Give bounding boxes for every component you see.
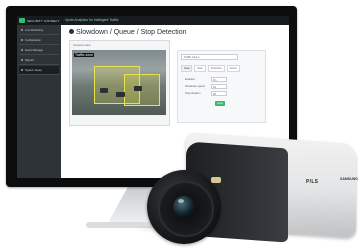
lens-stud: [211, 177, 221, 183]
tab-schedule[interactable]: Schedule: [207, 65, 225, 72]
lens-glint: [178, 199, 184, 203]
lens-glass: [173, 196, 195, 218]
field-label: Enabled: [185, 78, 195, 81]
sidebar-item-label: System Setup: [25, 68, 42, 72]
sidebar-item-system-setup[interactable]: System Setup: [19, 66, 59, 75]
bullet-icon: [21, 39, 23, 41]
settings-panel: Traffic zone 1 Area Rule Schedule Action…: [177, 50, 266, 123]
sidebar-item-event-manager[interactable]: Event Manager: [19, 46, 59, 55]
page-title-text: Slowdown / Queue / Stop Detection: [76, 29, 187, 36]
camera-brand-mark: P/LS: [306, 179, 319, 185]
vehicle: [116, 92, 125, 97]
app-header: SECURITY CONNECT Xpots Analytics for Int…: [17, 16, 289, 25]
sidebar-item-label: Live Monitoring: [25, 28, 44, 32]
sidebar: Live Monitoring Configuration Event Mana…: [17, 25, 61, 178]
form-row-slowdown: Slowdown speed 10: [185, 84, 227, 89]
settings-tabs: Area Rule Schedule Action: [181, 65, 240, 72]
stop-duration-field[interactable]: 30: [211, 91, 227, 96]
slowdown-speed-field[interactable]: 10: [211, 84, 227, 89]
bullet-icon: [21, 69, 23, 71]
logo-text: SECURITY CONNECT: [27, 18, 60, 23]
product-scene: SECURITY CONNECT Xpots Analytics for Int…: [0, 0, 359, 250]
page-title: Slowdown / Queue / Stop Detection: [69, 29, 187, 36]
apply-button[interactable]: Apply: [215, 101, 225, 106]
bullet-icon: [21, 49, 23, 51]
camera-icon: [69, 29, 74, 34]
bullet-icon: [21, 29, 23, 31]
video-panel-title: Camera view: [73, 43, 91, 47]
video-overlay-label: Traffic zone: [74, 53, 95, 57]
sidebar-item-label: Configuration: [25, 38, 41, 42]
video-panel: Camera view Traffic zone: [69, 40, 170, 126]
tab-rule[interactable]: Rule: [194, 65, 206, 72]
logo-icon: [19, 18, 25, 23]
vehicle: [134, 86, 142, 91]
sidebar-item-configuration[interactable]: Configuration: [19, 36, 59, 45]
field-label: Stop duration: [185, 92, 201, 95]
sidebar-item-reports[interactable]: Reports: [19, 56, 59, 65]
bullet-icon: [21, 59, 23, 61]
form-row-stop-duration: Stop duration 30: [185, 91, 227, 96]
vehicle: [100, 88, 108, 93]
zone-select[interactable]: Traffic zone 1: [181, 54, 238, 60]
tab-action[interactable]: Action: [226, 65, 240, 72]
enabled-field[interactable]: On: [211, 77, 227, 82]
detection-zone[interactable]: [124, 74, 160, 106]
camera-brand-name: SAMSUNG: [340, 177, 358, 181]
sidebar-item-label: Event Manager: [25, 48, 44, 52]
app-title: Xpots Analytics for Intelligent Traffic: [65, 18, 119, 22]
app-logo[interactable]: SECURITY CONNECT: [19, 17, 59, 24]
camera-video-feed[interactable]: Traffic zone: [72, 50, 166, 115]
sidebar-item-label: Reports: [25, 58, 35, 62]
tab-area[interactable]: Area: [181, 65, 193, 72]
field-label: Slowdown speed: [185, 85, 205, 88]
sidebar-item-live-monitoring[interactable]: Live Monitoring: [19, 26, 59, 35]
form-row-enabled: Enabled On: [185, 77, 227, 82]
